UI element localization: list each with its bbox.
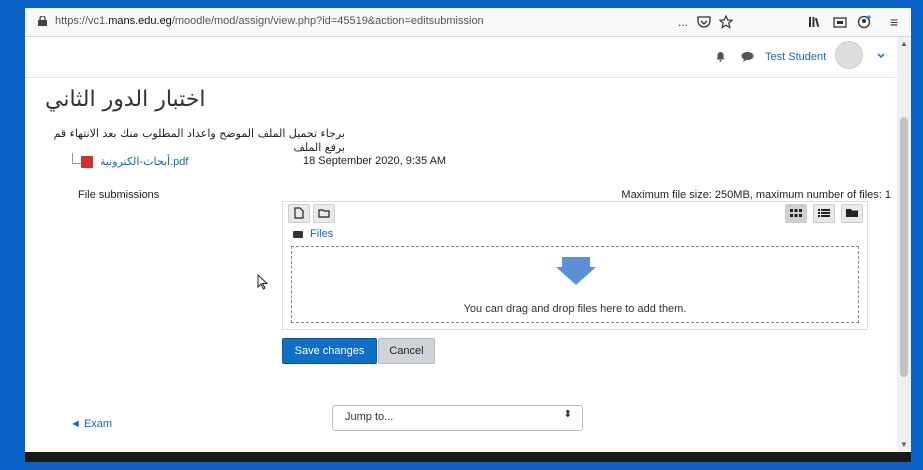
save-changes-button[interactable]: Save changes bbox=[282, 338, 377, 364]
exam-link-label: Exam bbox=[83, 418, 113, 430]
assignment-title: اختبار الدور الثاني bbox=[45, 87, 206, 112]
scroll-up-icon[interactable]: ▲ bbox=[900, 39, 908, 48]
list-view-button[interactable] bbox=[813, 204, 835, 223]
pocket-icon[interactable] bbox=[697, 14, 711, 30]
taskbar bbox=[25, 452, 911, 462]
file-link[interactable]: أبحاث-الكترونية.pdf bbox=[100, 155, 188, 168]
library-icon[interactable] bbox=[808, 14, 822, 30]
pdf-icon bbox=[81, 156, 93, 168]
folder-icon bbox=[293, 230, 303, 238]
vertical-scrollbar[interactable]: ▲ ▼ bbox=[897, 37, 911, 452]
previous-activity-link[interactable]: ◄ Exam bbox=[70, 418, 112, 430]
attached-file[interactable]: أبحاث-الكترونية.pdf bbox=[45, 153, 345, 171]
file-picker-toolbar bbox=[283, 202, 867, 224]
add-file-button[interactable] bbox=[288, 204, 310, 223]
jump-to-select[interactable]: Jump to... ⬍ bbox=[332, 405, 583, 431]
dropzone[interactable]: You can drag and drop files here to add … bbox=[291, 246, 859, 323]
assignment-intro: برجاء تحميل الملف الموضح واعداد المطلوب … bbox=[53, 127, 345, 154]
caret-down-icon[interactable] bbox=[877, 53, 885, 59]
mouse-cursor-icon bbox=[257, 273, 269, 293]
avatar[interactable] bbox=[835, 41, 863, 69]
lock-icon bbox=[38, 16, 47, 26]
grid-icon bbox=[790, 209, 802, 218]
file-icon bbox=[294, 207, 304, 219]
url-text[interactable]: https://vc1.mans.edu.eg/moodle/mod/assig… bbox=[55, 15, 484, 27]
file-picker: Files You can drag and drop files here t… bbox=[282, 201, 868, 330]
star-icon[interactable] bbox=[719, 14, 733, 30]
scroll-down-icon[interactable]: ▼ bbox=[900, 440, 908, 449]
browser-window: https://vc1.mans.edu.eg/moodle/mod/assig… bbox=[25, 8, 911, 452]
download-arrow-icon bbox=[556, 257, 596, 285]
user-name[interactable]: Test Student bbox=[765, 51, 826, 63]
select-arrows-icon: ⬍ bbox=[563, 409, 572, 420]
list-icon bbox=[818, 209, 830, 218]
menu-icon[interactable]: ≡ bbox=[887, 14, 901, 30]
tree-view-button[interactable] bbox=[841, 204, 863, 223]
top-navbar: Test Student bbox=[25, 37, 897, 78]
breadcrumb[interactable]: Files bbox=[293, 228, 333, 240]
url-path: /moodle/mod/assign/view.php?id=45519&act… bbox=[171, 15, 484, 27]
folder-tree-icon bbox=[846, 209, 858, 218]
tabs-icon[interactable] bbox=[833, 14, 847, 30]
file-date: 18 September 2020, 9:35 AM bbox=[303, 155, 447, 167]
file-limit-text: Maximum file size: 250MB, maximum number… bbox=[621, 189, 891, 201]
dropzone-text: You can drag and drop files here to add … bbox=[463, 303, 687, 315]
scroll-thumb[interactable] bbox=[900, 117, 908, 377]
arrow-left-icon: ◄ bbox=[70, 418, 84, 430]
more-icon[interactable]: ... bbox=[675, 14, 691, 30]
url-prefix: https://vc1. bbox=[55, 15, 109, 27]
url-domain: mans.edu.eg bbox=[108, 15, 172, 27]
path-files[interactable]: Files bbox=[310, 228, 333, 240]
bell-icon[interactable] bbox=[715, 51, 726, 62]
icons-view-button[interactable] bbox=[785, 204, 807, 223]
account-icon[interactable] bbox=[857, 14, 871, 30]
cancel-button[interactable]: Cancel bbox=[378, 338, 435, 364]
folder-icon bbox=[318, 209, 330, 218]
jump-to-value: Jump to... bbox=[345, 411, 394, 423]
url-bar[interactable]: https://vc1.mans.edu.eg/moodle/mod/assig… bbox=[25, 8, 911, 37]
moodle-page: Test Student اختبار الدور الثاني برجاء ت… bbox=[25, 37, 897, 452]
tree-line bbox=[72, 153, 81, 164]
create-folder-button[interactable] bbox=[313, 204, 335, 223]
file-submissions-label: File submissions bbox=[78, 189, 160, 201]
message-icon[interactable] bbox=[741, 51, 754, 62]
